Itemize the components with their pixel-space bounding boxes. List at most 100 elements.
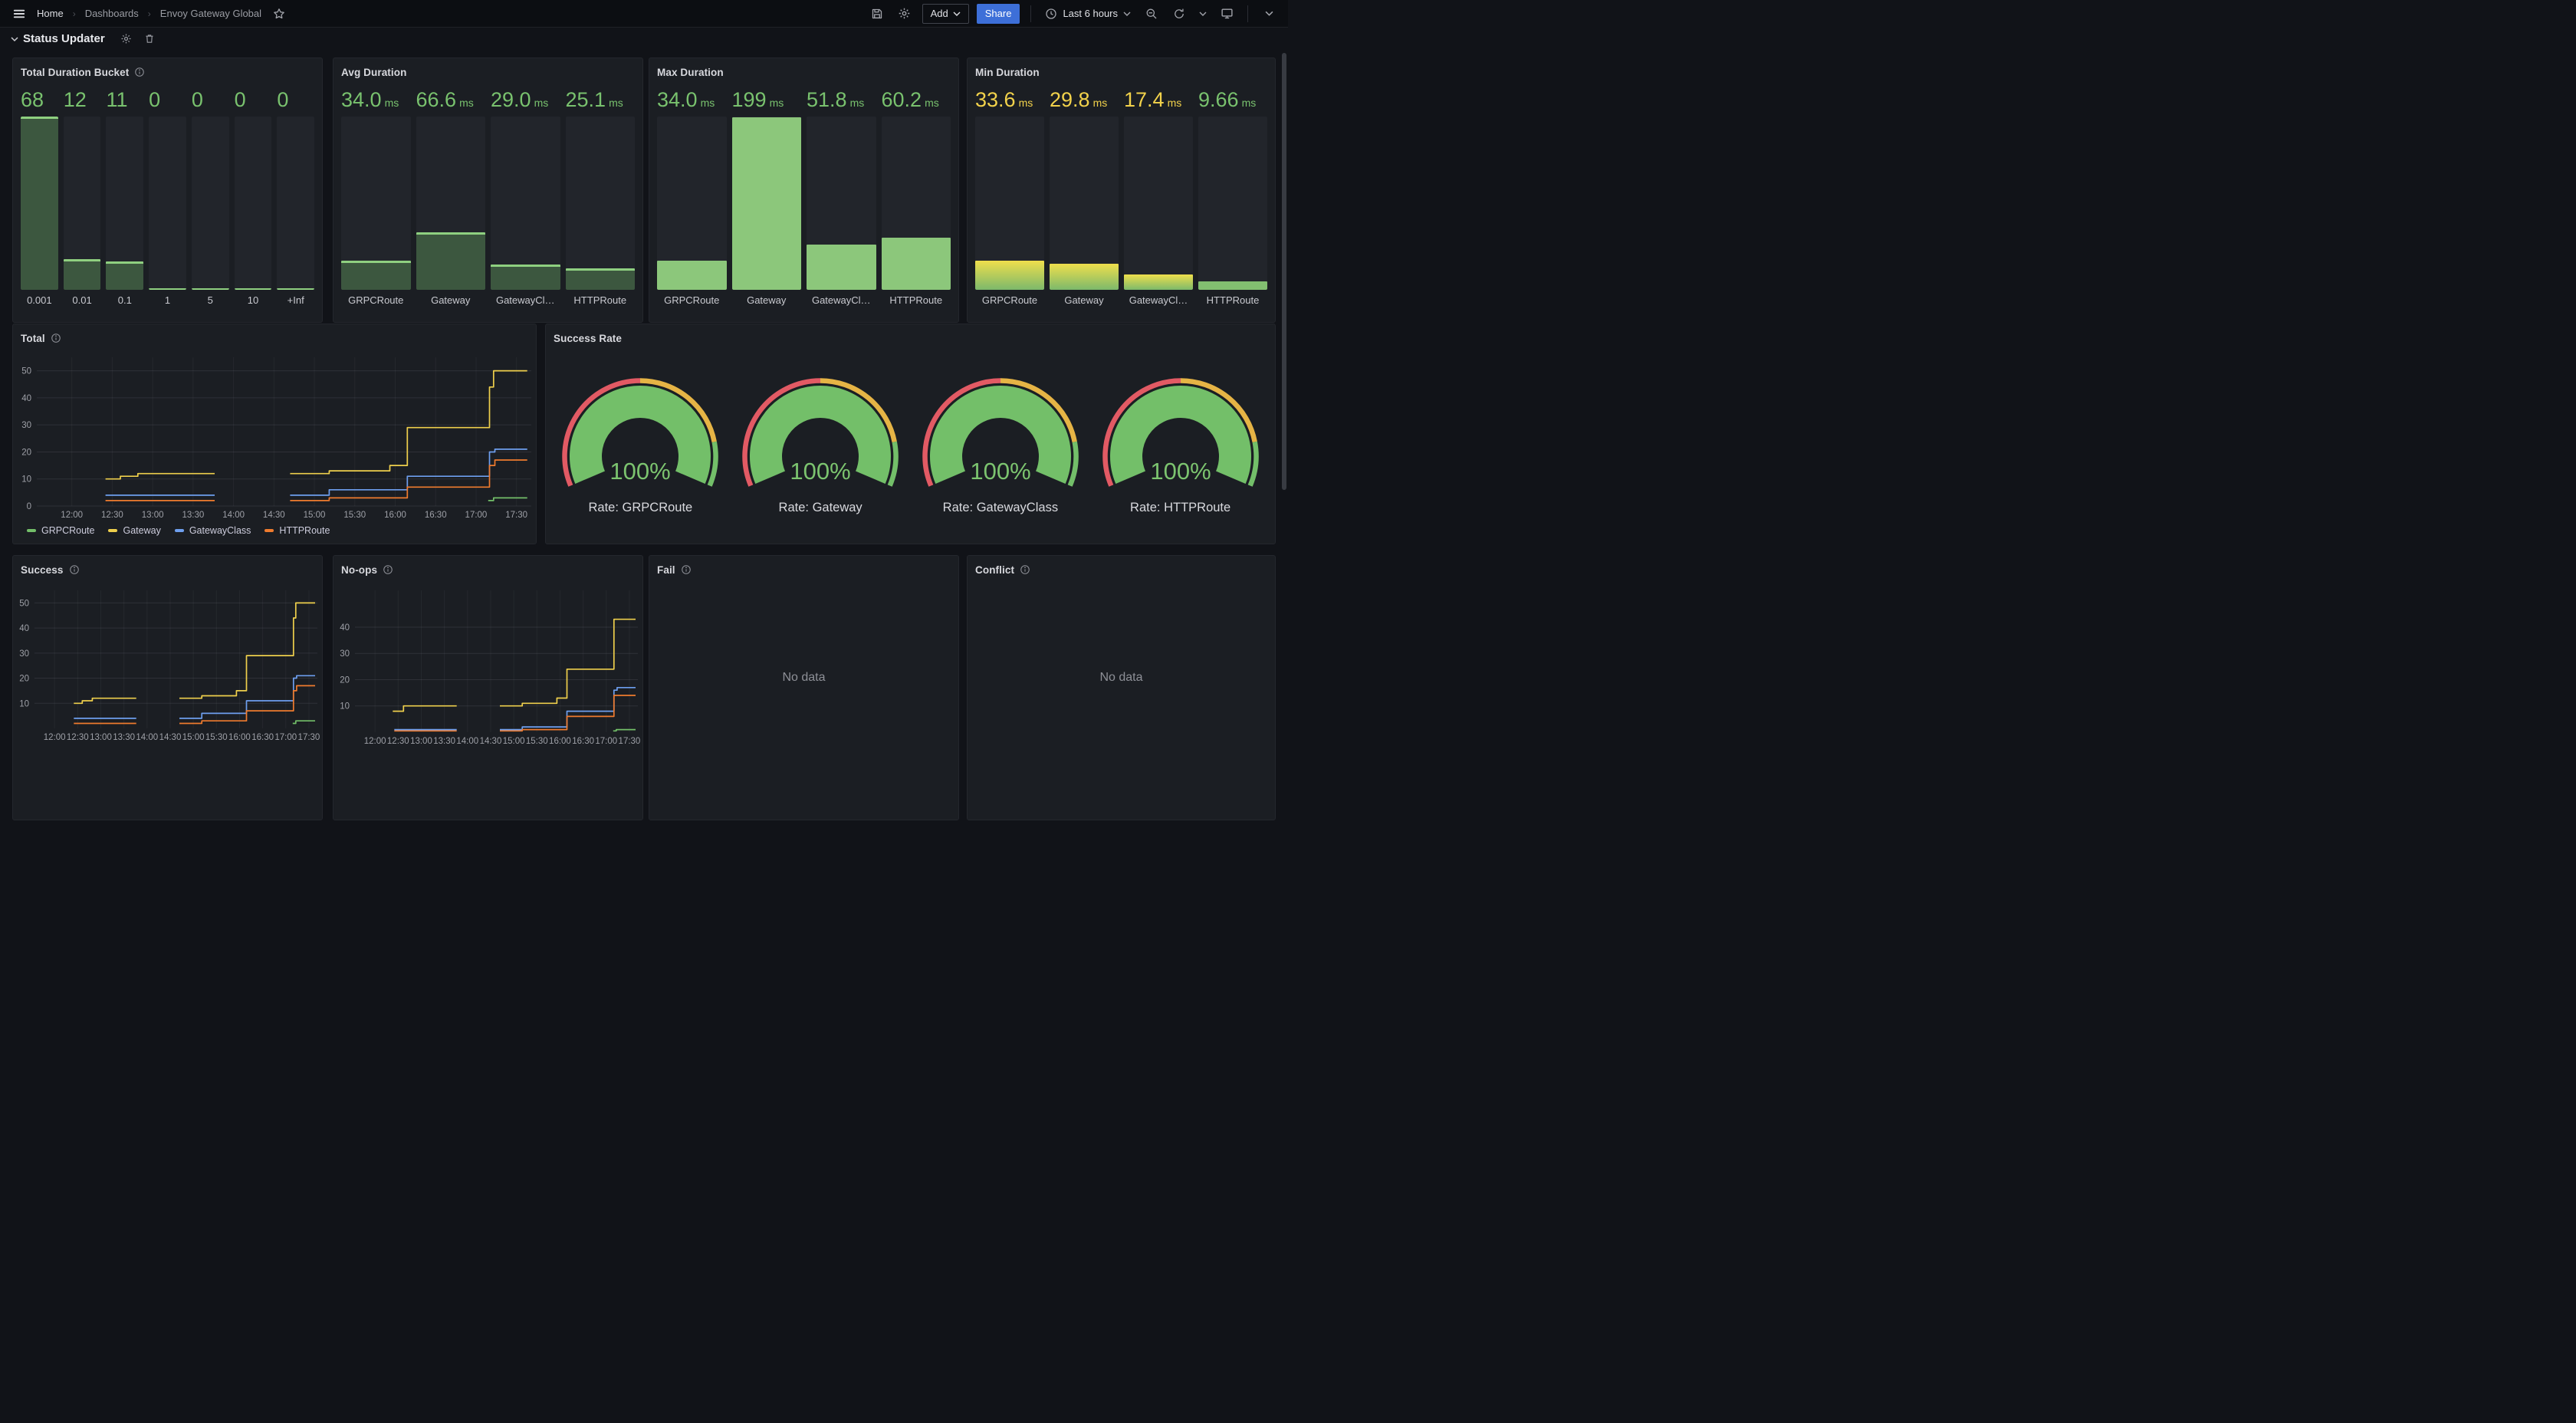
menu-icon[interactable] <box>9 4 29 24</box>
share-button[interactable]: Share <box>977 4 1020 24</box>
panel-header[interactable]: Conflict <box>968 556 1275 580</box>
bar-value: 0 <box>192 87 229 112</box>
favorite-star-icon[interactable] <box>269 4 289 24</box>
breadcrumb-home[interactable]: Home <box>37 8 64 19</box>
x-axis-tick-label: 16:00 <box>228 733 251 742</box>
bar-value: 17.4ms <box>1124 87 1193 115</box>
bar-value-number: 51.8 <box>807 88 847 111</box>
bar-track <box>21 117 58 290</box>
bar-fill <box>975 261 1044 290</box>
legend-color-chip <box>264 529 274 532</box>
time-series-chart: 12:0012:3013:0013:3014:0014:3015:0015:30… <box>13 556 322 820</box>
legend-item-Gateway[interactable]: Gateway <box>108 525 160 536</box>
add-button[interactable]: Add <box>922 4 969 24</box>
y-axis-tick-label: 10 <box>340 702 350 712</box>
bar-value: 11 <box>106 87 143 112</box>
bar-label: 5 <box>192 294 229 306</box>
bar-value-unit: ms <box>1093 97 1108 109</box>
bar-fill <box>149 288 186 290</box>
bar-value: 199ms <box>732 87 802 115</box>
bar-track <box>341 117 411 290</box>
info-icon[interactable] <box>1020 564 1030 575</box>
refresh-icon[interactable] <box>1169 4 1189 24</box>
x-axis-tick-label: 15:30 <box>343 511 366 520</box>
zoom-out-time-icon[interactable] <box>1142 4 1162 24</box>
bar-value-number: 29.0 <box>491 88 531 111</box>
bar-fill <box>1050 264 1119 290</box>
bar-label: 0.1 <box>106 294 143 306</box>
bar-track <box>1050 117 1119 290</box>
bar-label: +Inf <box>277 294 314 306</box>
bar-gauge-tracks <box>21 117 314 290</box>
legend-label: Gateway <box>123 525 160 536</box>
refresh-interval-chevron-icon[interactable] <box>1197 4 1209 24</box>
row-collapse-toggle[interactable]: Status Updater <box>11 32 105 45</box>
bar-label: 0.001 <box>21 294 58 306</box>
row-settings-gear-icon[interactable] <box>120 33 132 44</box>
add-button-label: Add <box>931 8 948 19</box>
page-scrollbar[interactable] <box>1282 53 1286 490</box>
bar-value-unit: ms <box>1168 97 1182 109</box>
row-delete-trash-icon[interactable] <box>144 33 155 44</box>
x-axis-tick-label: 17:30 <box>505 511 527 520</box>
x-axis-tick-label: 17:30 <box>619 737 641 746</box>
dashboard-settings-gear-icon[interactable] <box>895 4 915 24</box>
x-axis-tick-label: 13:00 <box>90 733 112 742</box>
kiosk-mode-icon[interactable] <box>1217 4 1237 24</box>
bar-gauge-values: 33.6ms29.8ms17.4ms9.66ms <box>975 87 1267 115</box>
bar-value-number: 12 <box>64 88 87 111</box>
info-icon[interactable] <box>681 564 692 575</box>
bar-value-number: 33.6 <box>975 88 1016 111</box>
panel-success-rate: Success Rate 100%Rate: GRPCRoute100%Rate… <box>545 324 1276 544</box>
bar-value: 34.0ms <box>657 87 727 115</box>
gauge-rate-gateway: 100%Rate: Gateway <box>731 347 911 515</box>
series-line-GatewayClass <box>290 449 527 495</box>
panel-total-duration-bucket: Total Duration Bucket 68121100000.0010.0… <box>12 58 323 323</box>
bar-value-number: 68 <box>21 88 44 111</box>
bar-value: 0 <box>235 87 272 112</box>
legend-item-GRPCRoute[interactable]: GRPCRoute <box>27 525 94 536</box>
bar-gauge-labels: 0.0010.010.11510+Inf <box>21 294 314 306</box>
gauge-label: Rate: HTTPRoute <box>1130 501 1230 515</box>
legend-item-HTTPRoute[interactable]: HTTPRoute <box>264 525 330 536</box>
breadcrumb-dashboards[interactable]: Dashboards <box>85 8 139 19</box>
series-line-Gateway <box>179 603 315 698</box>
grafana-dashboard: { "nav": { "breadcrumb": ["Home", "Dashb… <box>0 0 1288 712</box>
bar-gauge-values: 6812110000 <box>21 87 314 112</box>
bar-gauge-tracks <box>975 117 1267 290</box>
bar-fill <box>1124 274 1193 290</box>
legend-color-chip <box>108 529 117 532</box>
collapse-toolbar-chevron-icon[interactable] <box>1259 4 1279 24</box>
time-series-plot: 12:0012:3013:0013:3014:0014:3015:0015:30… <box>13 556 322 820</box>
breadcrumb-current[interactable]: Envoy Gateway Global <box>160 8 261 19</box>
y-axis-tick-label: 50 <box>19 599 29 608</box>
y-axis-tick-label: 30 <box>19 649 29 659</box>
bar-value-unit: ms <box>1019 97 1033 109</box>
time-range-picker[interactable]: Last 6 hours <box>1042 8 1134 20</box>
bar-track <box>149 117 186 290</box>
panel-max-duration: Max Duration 34.0ms199ms51.8ms60.2msGRPC… <box>649 58 959 323</box>
bar-value-number: 60.2 <box>882 88 922 111</box>
bar-label: Gateway <box>416 294 486 306</box>
panel-header[interactable]: Fail <box>649 556 958 580</box>
x-axis-tick-label: 16:00 <box>384 511 406 520</box>
legend-item-GatewayClass[interactable]: GatewayClass <box>175 525 251 536</box>
bar-value-unit: ms <box>1242 97 1257 109</box>
bar-label: Gateway <box>732 294 802 306</box>
bar-label: GatewayCl… <box>491 294 560 306</box>
bar-fill <box>657 261 727 290</box>
bar-fill <box>1198 281 1267 290</box>
bar-track <box>566 117 636 290</box>
y-axis-tick-label: 10 <box>21 475 31 485</box>
bar-label: GatewayCl… <box>807 294 876 306</box>
bar-track <box>64 117 101 290</box>
save-dashboard-icon[interactable] <box>867 4 887 24</box>
toolbar-divider <box>1030 5 1031 22</box>
bar-value: 12 <box>64 87 101 112</box>
bar-fill <box>341 261 411 290</box>
x-axis-tick-label: 16:30 <box>251 733 274 742</box>
bar-value-number: 0 <box>277 88 288 111</box>
bar-value-number: 17.4 <box>1124 88 1165 111</box>
bar-gauge-labels: GRPCRouteGatewayGatewayCl…HTTPRoute <box>975 294 1267 306</box>
series-line-GatewayClass <box>179 675 315 718</box>
